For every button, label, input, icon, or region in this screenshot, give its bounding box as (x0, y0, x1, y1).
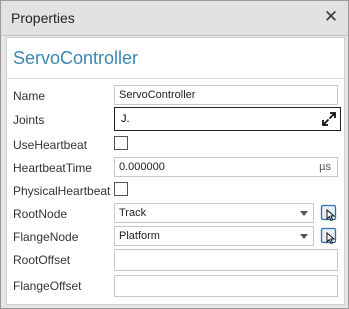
root-node-label: RootNode (13, 207, 68, 221)
row-flange-offset: FlangeOffset (7, 275, 344, 297)
name-value: ServoController (119, 89, 196, 101)
flange-node-value: Platform (119, 230, 160, 242)
heartbeat-time-value: 0.000000 (119, 161, 165, 173)
heartbeat-time-label: HeartbeatTime (13, 161, 92, 175)
chevron-down-icon (300, 234, 308, 239)
heading-divider (7, 78, 344, 79)
root-offset-label: RootOffset (13, 253, 71, 267)
root-offset-field[interactable] (114, 249, 338, 271)
name-field[interactable]: ServoController (114, 85, 338, 105)
name-label: Name (13, 89, 46, 103)
chevron-down-icon (300, 211, 308, 216)
title-bar: Properties ✕ (1, 1, 348, 36)
row-root-node: RootNode Track (7, 203, 344, 225)
row-physical-heartbeat: PhysicalHeartbeat (7, 180, 344, 202)
object-heading: ServoController (13, 48, 139, 68)
flange-node-label: FlangeNode (13, 230, 79, 244)
row-flange-node: FlangeNode Platform (7, 226, 344, 248)
joints-label: Joints (13, 113, 45, 127)
row-heartbeat-time: HeartbeatTime 0.000000 µs (7, 157, 344, 179)
heartbeat-time-unit: µs (319, 161, 331, 173)
joints-value: J. (121, 113, 130, 125)
node-picker-icon[interactable] (320, 204, 338, 222)
physical-heartbeat-label: PhysicalHeartbeat (13, 184, 111, 198)
row-use-heartbeat: UseHeartbeat (7, 134, 344, 156)
close-icon[interactable]: ✕ (322, 8, 340, 26)
physical-heartbeat-checkbox[interactable] (114, 182, 128, 196)
flange-offset-label: FlangeOffset (13, 279, 82, 293)
flange-node-select[interactable]: Platform (114, 226, 314, 246)
use-heartbeat-checkbox[interactable] (114, 136, 128, 150)
root-node-select[interactable]: Track (114, 203, 314, 223)
root-node-value: Track (119, 207, 147, 219)
properties-panel: Properties ✕ ServoController Name ServoC… (0, 0, 349, 309)
joints-field[interactable]: J. (114, 107, 341, 131)
row-root-offset: RootOffset (7, 249, 344, 271)
node-picker-icon[interactable] (320, 227, 338, 245)
row-name: Name ServoController (7, 85, 344, 107)
use-heartbeat-label: UseHeartbeat (13, 138, 88, 152)
property-grid: ServoController Name ServoController Joi… (6, 37, 345, 305)
flange-offset-field[interactable] (114, 275, 338, 297)
row-joints: Joints J. (7, 107, 344, 131)
panel-title: Properties (11, 10, 75, 26)
heartbeat-time-field[interactable]: 0.000000 µs (114, 157, 338, 177)
expand-icon[interactable] (321, 111, 337, 127)
